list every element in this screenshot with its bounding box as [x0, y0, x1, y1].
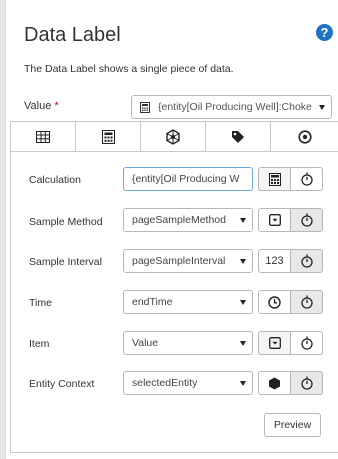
item-list-button[interactable] — [258, 331, 291, 355]
chevron-down-icon — [240, 341, 246, 346]
stopwatch-icon — [300, 213, 313, 227]
sample-method-label: Sample Method — [29, 216, 103, 228]
panel-title: Data Label — [24, 24, 121, 46]
time-bind-button[interactable] — [290, 290, 323, 314]
sample-method-list-button[interactable] — [258, 208, 291, 232]
sample-interval-number-button[interactable]: 123 — [258, 249, 291, 273]
chevron-down-icon — [240, 218, 246, 223]
stopwatch-icon — [300, 376, 313, 390]
tab-tag[interactable] — [206, 122, 271, 151]
value-label-text: Value — [24, 100, 52, 112]
source-tabs — [11, 122, 338, 152]
tag-icon — [232, 130, 244, 143]
time-value: endTime — [132, 296, 173, 308]
sample-interval-bind-button[interactable] — [290, 249, 323, 273]
entity-context-select[interactable]: selectedEntity — [123, 371, 253, 395]
time-clock-button[interactable] — [258, 290, 291, 314]
stopwatch-icon — [300, 295, 313, 309]
time-label: Time — [29, 297, 52, 309]
dropdown-box-icon — [268, 337, 281, 349]
calculation-input[interactable]: {entity[Oil Producing W — [123, 167, 253, 191]
dropdown-box-icon — [268, 214, 281, 226]
tab-network[interactable] — [141, 122, 206, 151]
tab-calculation[interactable] — [76, 122, 141, 151]
item-bind-button[interactable] — [290, 331, 323, 355]
item-label: Item — [29, 338, 50, 350]
tab-table[interactable] — [11, 122, 76, 151]
entity-context-entity-button[interactable] — [258, 371, 291, 395]
calculator-icon — [268, 172, 281, 186]
required-marker: * — [54, 100, 59, 112]
stopwatch-icon — [300, 336, 313, 350]
value-source-box: Calculation {entity[Oil Producing W Samp… — [10, 121, 338, 453]
time-select[interactable]: endTime — [123, 290, 253, 314]
calculation-calculator-button[interactable] — [258, 167, 291, 191]
sample-method-value: pageSampleMethod — [132, 214, 226, 226]
calculator-icon — [140, 102, 150, 113]
value-select[interactable]: {entity[Oil Producing Well]:Choke — [131, 95, 332, 119]
sample-interval-label: Sample Interval — [29, 256, 102, 268]
sample-interval-select[interactable]: pageSampleInterval — [123, 249, 253, 273]
calculation-label: Calculation — [29, 174, 81, 186]
chevron-down-icon — [240, 300, 246, 305]
number-icon: 123 — [265, 255, 284, 267]
clock-icon — [268, 295, 281, 309]
help-icon[interactable]: ? — [316, 24, 333, 41]
calculation-input-text: {entity[Oil Producing W — [132, 173, 240, 185]
stopwatch-icon — [300, 254, 313, 268]
chevron-down-icon — [240, 381, 246, 386]
entity-context-value: selectedEntity — [132, 377, 198, 389]
calculator-icon — [101, 129, 115, 144]
target-circle-icon — [297, 129, 312, 144]
entity-context-bind-button[interactable] — [290, 371, 323, 395]
preview-button[interactable]: Preview — [264, 413, 321, 437]
tab-target[interactable] — [271, 122, 338, 151]
value-label: Value * — [24, 100, 59, 112]
sample-method-bind-button[interactable] — [290, 208, 323, 232]
chevron-down-icon — [240, 259, 246, 264]
hexagon-network-icon — [166, 128, 180, 145]
item-value: Value — [132, 337, 159, 349]
sample-interval-value: pageSampleInterval — [132, 255, 226, 267]
data-label-panel: Data Label ? The Data Label shows a sing… — [5, 0, 338, 459]
stopwatch-icon — [300, 172, 313, 186]
item-select[interactable]: Value — [123, 331, 253, 355]
sample-method-select[interactable]: pageSampleMethod — [123, 208, 253, 232]
panel-description: The Data Label shows a single piece of d… — [24, 63, 234, 75]
chevron-down-icon — [319, 105, 325, 110]
calculation-bind-button[interactable] — [290, 167, 323, 191]
table-icon — [36, 130, 50, 143]
hexagon-icon — [269, 377, 280, 389]
value-select-text: {entity[Oil Producing Well]:Choke — [158, 101, 312, 113]
entity-context-label: Entity Context — [29, 378, 95, 390]
